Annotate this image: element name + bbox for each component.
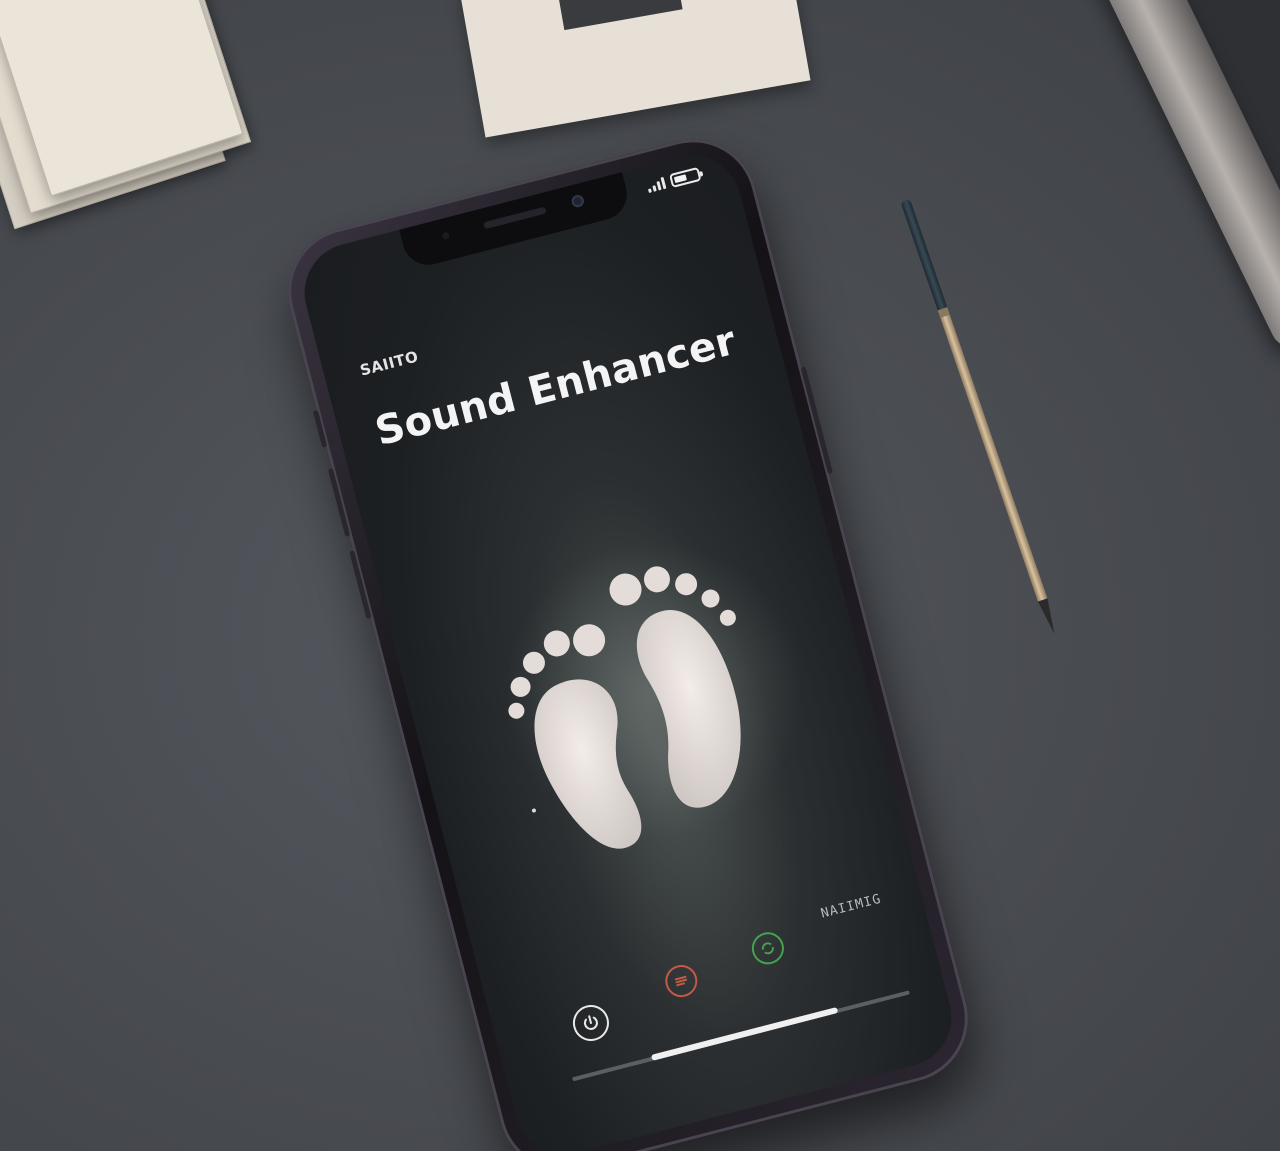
power-button[interactable] xyxy=(569,1001,613,1045)
sync-button[interactable] xyxy=(748,928,788,968)
right-toe-1 xyxy=(609,573,642,606)
page-title: Sound Enhancer xyxy=(370,317,741,456)
app-label: SAIITO xyxy=(358,347,421,380)
battery-icon xyxy=(668,166,702,188)
green-sync-icon xyxy=(761,942,774,955)
left-toe-3 xyxy=(522,651,545,674)
right-toe-4 xyxy=(701,589,720,608)
left-toe-5 xyxy=(508,702,525,719)
pencil xyxy=(900,198,1060,636)
right-toe-3 xyxy=(675,573,698,596)
footprints-icon xyxy=(508,566,741,849)
paper-stack xyxy=(0,0,293,240)
left-toe-2 xyxy=(543,630,570,657)
right-toe-5 xyxy=(719,609,736,626)
left-foot xyxy=(534,679,642,849)
battery-level xyxy=(673,174,688,184)
right-toe-2 xyxy=(643,566,670,593)
left-toe-4 xyxy=(510,676,531,697)
front-camera xyxy=(570,193,586,209)
earpiece-speaker xyxy=(483,206,547,230)
progress-fill xyxy=(650,1006,839,1061)
red-settings-icon xyxy=(674,975,688,987)
smartphone: SAIITO Sound Enhancer NAIIMIG xyxy=(274,125,982,1151)
signal-icon xyxy=(646,176,667,194)
desk-scene: SAIITO Sound Enhancer NAIIMIG xyxy=(0,0,1280,1151)
right-foot xyxy=(636,610,741,808)
left-toe-1 xyxy=(573,624,606,657)
power-icon xyxy=(583,1015,598,1030)
paper-sheet xyxy=(459,0,811,138)
settings-button[interactable] xyxy=(661,961,701,1001)
status-bar xyxy=(646,166,702,194)
